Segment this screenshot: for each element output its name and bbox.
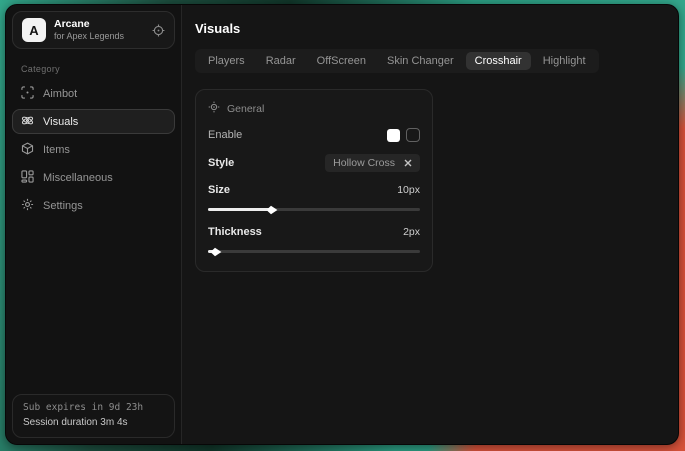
style-label: Style <box>208 157 234 169</box>
sidebar-item-label: Items <box>43 144 70 156</box>
sidebar-item-label: Miscellaneous <box>43 172 113 184</box>
thickness-row: Thickness 2px <box>208 226 420 238</box>
tab-highlight[interactable]: Highlight <box>534 52 595 70</box>
color-swatch[interactable] <box>387 129 400 142</box>
main-content: Visuals Players Radar OffScreen Skin Cha… <box>182 5 678 444</box>
items-cube-icon <box>21 142 34 158</box>
misc-dashboard-icon <box>21 170 34 186</box>
tab-players[interactable]: Players <box>199 52 254 70</box>
sidebar-item-aimbot[interactable]: Aimbot <box>12 81 175 106</box>
app-subtitle: for Apex Legends <box>54 31 124 42</box>
thickness-slider-thumb[interactable] <box>211 247 222 257</box>
style-select-chip[interactable]: Hollow Cross <box>325 154 420 172</box>
size-row: Size 10px <box>208 184 420 196</box>
tab-crosshair[interactable]: Crosshair <box>466 52 531 70</box>
sub-expires-text: Sub expires in 9d 23h <box>23 401 164 415</box>
sidebar-item-label: Settings <box>43 200 83 212</box>
visuals-atom-icon <box>21 114 34 130</box>
general-panel: General Enable Style Hollow Cross <box>195 89 433 272</box>
thickness-slider[interactable] <box>208 247 420 256</box>
settings-gear-icon <box>21 198 34 214</box>
sidebar-nav: Aimbot Visuals <box>12 81 175 218</box>
size-slider-thumb[interactable] <box>267 205 278 215</box>
enable-row: Enable <box>208 128 420 142</box>
sidebar-item-items[interactable]: Items <box>12 137 175 162</box>
sidebar: A Arcane for Apex Legends Category <box>6 5 182 444</box>
desktop-wallpaper: A Arcane for Apex Legends Category <box>0 0 685 451</box>
app-meta: Arcane for Apex Legends <box>54 18 124 42</box>
tab-radar[interactable]: Radar <box>257 52 305 70</box>
tab-skin-changer[interactable]: Skin Changer <box>378 52 463 70</box>
session-duration-text: Session duration 3m 4s <box>23 415 164 430</box>
thickness-slider-track <box>208 250 420 253</box>
sidebar-item-visuals[interactable]: Visuals <box>12 109 175 134</box>
tab-offscreen[interactable]: OffScreen <box>308 52 375 70</box>
app-logo: A <box>22 18 46 42</box>
target-icon[interactable] <box>152 24 165 37</box>
aimbot-viewfinder-icon <box>21 86 34 102</box>
enable-checkbox[interactable] <box>406 128 420 142</box>
subscription-info-card: Sub expires in 9d 23h Session duration 3… <box>12 394 175 438</box>
close-icon[interactable] <box>404 159 412 167</box>
size-slider-track <box>208 208 420 211</box>
panel-header: General <box>208 101 420 116</box>
thickness-value: 2px <box>403 226 420 238</box>
style-row: Style Hollow Cross <box>208 154 420 172</box>
size-slider[interactable] <box>208 205 420 214</box>
sidebar-item-label: Visuals <box>43 116 78 128</box>
size-value: 10px <box>397 184 420 196</box>
size-label: Size <box>208 184 230 196</box>
visuals-tabbar: Players Radar OffScreen Skin Changer Cro… <box>195 49 599 73</box>
crosshair-settings-icon <box>208 101 220 116</box>
app-header-card: A Arcane for Apex Legends <box>12 11 175 49</box>
thickness-slider-fill <box>208 250 216 253</box>
panel-title: General <box>227 103 264 115</box>
page-title: Visuals <box>195 21 664 36</box>
enable-controls <box>387 128 420 142</box>
arcane-app-window: A Arcane for Apex Legends Category <box>5 4 679 445</box>
thickness-label: Thickness <box>208 226 262 238</box>
enable-label: Enable <box>208 129 242 141</box>
sidebar-item-label: Aimbot <box>43 88 77 100</box>
style-value: Hollow Cross <box>333 157 395 169</box>
sidebar-item-miscellaneous[interactable]: Miscellaneous <box>12 165 175 190</box>
sidebar-item-settings[interactable]: Settings <box>12 193 175 218</box>
category-label: Category <box>21 64 175 74</box>
app-name: Arcane <box>54 18 124 31</box>
size-slider-fill <box>208 208 272 211</box>
